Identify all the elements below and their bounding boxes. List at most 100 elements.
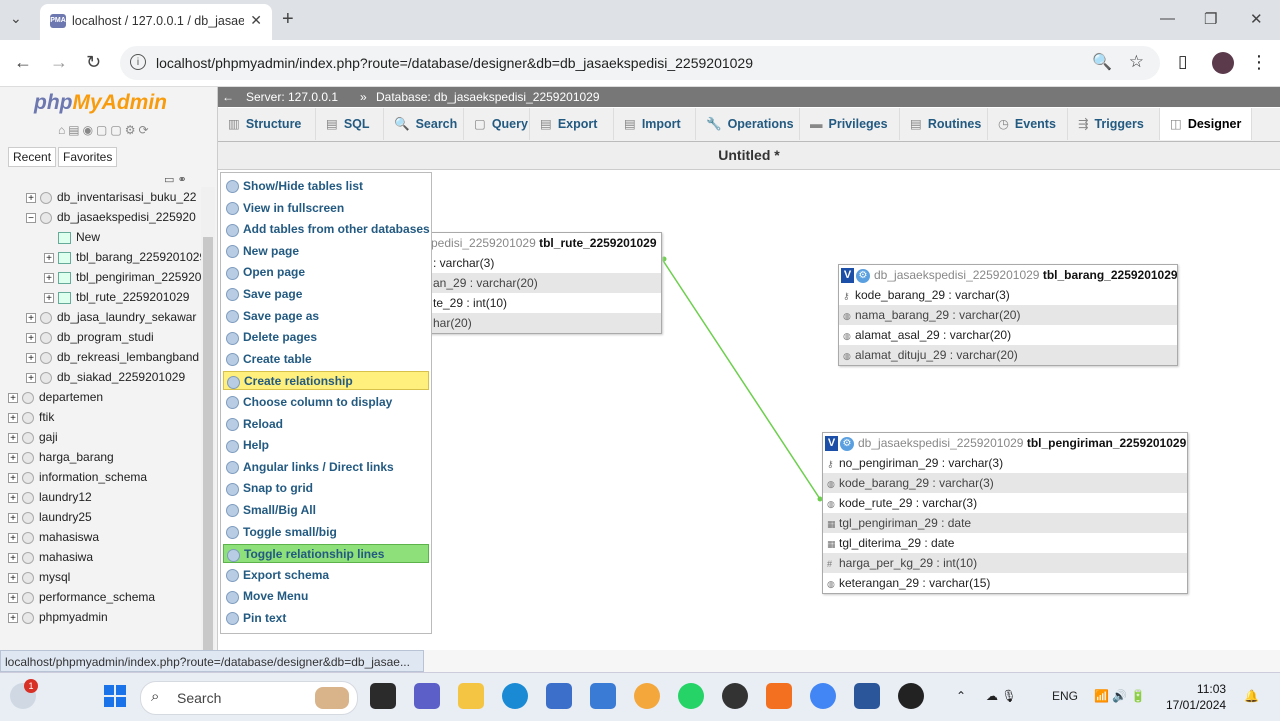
tree-item[interactable]: + departemen (0, 387, 200, 407)
bookmark-star-icon[interactable]: ☆ (1129, 52, 1144, 72)
menu-item-toggle-relationship-lines[interactable]: Toggle relationship lines (223, 544, 429, 564)
start-icon[interactable] (104, 685, 126, 707)
tree-item-label[interactable]: mahasiwa (39, 550, 93, 564)
edge-icon[interactable] (502, 683, 528, 709)
tree-item-label[interactable]: db_jasa_laundry_sekawar (57, 310, 196, 324)
expand-icon[interactable]: + (44, 292, 54, 303)
tab-privileges[interactable]: ▬ Privileges (800, 108, 900, 140)
tab-search-icon[interactable]: ⌄ (10, 10, 22, 27)
table-options-icon[interactable]: ⚙ (840, 436, 854, 451)
tree-item-label[interactable]: performance_schema (39, 590, 155, 604)
toggle-view-icon[interactable]: V (825, 436, 838, 452)
teams-icon[interactable] (414, 683, 440, 709)
tree-item[interactable]: + tbl_pengiriman_225920 (0, 267, 201, 287)
tab-events[interactable]: ◷ Events (988, 108, 1068, 140)
tree-item-label[interactable]: tbl_barang_2259201029 (76, 250, 206, 264)
tree-item[interactable]: + db_jasa_laundry_sekawar (0, 307, 200, 327)
tree-item-label[interactable]: ftik (39, 410, 54, 424)
task-view-icon[interactable] (370, 683, 396, 709)
language-indicator[interactable]: ENG (1052, 689, 1078, 703)
menu-item-add-tables-from-other-databases[interactable]: Add tables from other databases (223, 220, 430, 239)
xampp-icon[interactable] (766, 683, 792, 709)
expand-icon[interactable]: + (44, 252, 54, 263)
tree-item-label[interactable]: tbl_pengiriman_225920 (76, 270, 201, 284)
myhp-icon[interactable] (590, 683, 616, 709)
profile-avatar[interactable] (1212, 52, 1234, 74)
nav-tab-favorites[interactable]: Favorites (58, 147, 118, 167)
expand-icon[interactable]: + (44, 272, 54, 283)
expand-icon[interactable]: + (26, 192, 36, 203)
tab-query[interactable]: ▢ Query (464, 108, 530, 140)
back-icon[interactable]: ← (14, 52, 32, 73)
browser-menu-icon[interactable]: ⋮ (1250, 52, 1268, 73)
forward-icon[interactable]: → (50, 52, 68, 73)
phpmyadmin-logo[interactable]: phpMyAdmin (34, 91, 167, 115)
collapse-icon[interactable]: − (26, 212, 36, 223)
tab-import[interactable]: ▤ Import (614, 108, 696, 140)
table-column-row[interactable]: ◍ kode_rute_29 : varchar(3) (823, 493, 1187, 513)
tree-item-label[interactable]: departemen (39, 390, 103, 404)
file-explorer-icon[interactable] (458, 683, 484, 709)
tree-item[interactable]: + ftik (0, 407, 200, 427)
menu-item-snap-to-grid[interactable]: Snap to grid (223, 479, 429, 498)
expand-icon[interactable]: + (26, 352, 36, 363)
collapse-nav-icon[interactable]: ← (222, 90, 234, 104)
tree-item-label[interactable]: db_rekreasi_lembangband (57, 350, 199, 364)
tree-item-label[interactable]: New (76, 230, 100, 244)
tree-item[interactable]: + information_schema (0, 467, 200, 487)
menu-item-view-in-fullscreen[interactable]: View in fullscreen (223, 199, 429, 218)
menu-item-small-big-all[interactable]: Small/Big All (223, 501, 429, 520)
tree-item[interactable]: + db_inventarisasi_buku_22 (0, 187, 200, 207)
tree-item-label[interactable]: db_inventarisasi_buku_22 (57, 190, 196, 204)
tree-item[interactable]: New (0, 227, 200, 247)
table-column-row[interactable]: ◍ keterangan_29 : varchar(15) (823, 573, 1187, 593)
tab-operations[interactable]: 🔧 Operations (696, 108, 800, 140)
expand-icon[interactable]: + (8, 412, 18, 423)
whatsapp-icon[interactable] (678, 683, 704, 709)
address-bar[interactable]: i localhost/phpmyadmin/index.php?route=/… (120, 46, 1160, 80)
toggle-view-icon[interactable]: V (841, 268, 854, 284)
tree-item-label[interactable]: laundry25 (39, 510, 92, 524)
menu-item-save-page[interactable]: Save page (223, 285, 429, 304)
site-info-icon[interactable]: i (130, 54, 146, 70)
tab-structure[interactable]: ▥ Structure (218, 108, 316, 140)
tree-item[interactable]: + tbl_barang_2259201029 (0, 247, 206, 267)
table-options-icon[interactable]: ⚙ (856, 268, 870, 283)
side-panel-icon[interactable]: ▯ (1178, 52, 1187, 72)
tab-designer[interactable]: ◫ Designer (1160, 108, 1252, 140)
restore-icon[interactable]: ❐ (1204, 10, 1217, 28)
tree-item-label[interactable]: mysql (39, 570, 70, 584)
new-tab-icon[interactable]: + (282, 8, 294, 31)
tree-item[interactable]: + laundry25 (0, 507, 200, 527)
tab-export[interactable]: ▤ Export (530, 108, 614, 140)
tree-item[interactable]: + tbl_rute_2259201029 (0, 287, 200, 307)
expand-icon[interactable]: + (8, 532, 18, 543)
minimize-icon[interactable]: — (1160, 10, 1175, 27)
tree-item-label[interactable]: gaji (39, 430, 58, 444)
tree-item[interactable]: + performance_schema (0, 587, 200, 607)
tree-item-label[interactable]: db_siakad_2259201029 (57, 370, 185, 384)
menu-item-create-relationship[interactable]: Create relationship (223, 371, 429, 391)
tray-icons[interactable]: ☁ 🎙 (986, 689, 1017, 703)
expand-icon[interactable]: + (8, 572, 18, 583)
tree-item[interactable]: + harga_barang (0, 447, 200, 467)
tree-item[interactable]: − db_jasaekspedisi_225920 (0, 207, 200, 227)
table-column-row[interactable]: ◍ alamat_dituju_29 : varchar(20) (839, 345, 1177, 365)
menu-item-export-schema[interactable]: Export schema (223, 566, 429, 585)
tab-routines[interactable]: ▤ Routines (900, 108, 988, 140)
table-box-rute[interactable]: pedisi_2259201029 tbl_rute_2259201029 : … (428, 232, 662, 334)
table-column-row[interactable]: te_29 : int(10) (429, 293, 661, 313)
tree-item-label[interactable]: db_jasaekspedisi_225920 (57, 210, 196, 224)
tree-item-label[interactable]: harga_barang (39, 450, 114, 464)
reload-icon[interactable]: ↻ (86, 52, 101, 73)
menu-item-create-table[interactable]: Create table (223, 350, 429, 369)
nav-tab-recent[interactable]: Recent (8, 147, 57, 167)
table-column-row[interactable]: : varchar(3) (429, 253, 661, 273)
tree-item[interactable]: + mysql (0, 567, 200, 587)
table-column-row[interactable]: ▦ tgl_diterima_29 : date (823, 533, 1187, 553)
tree-item-label[interactable]: db_program_studi (57, 330, 154, 344)
table-box-barang[interactable]: V ⚙ db_jasaekspedisi_2259201029 tbl_barang… (838, 264, 1178, 366)
menu-item-delete-pages[interactable]: Delete pages (223, 328, 429, 347)
breadcrumb-database[interactable]: Database: db_jasaekspedisi_2259201029 (376, 90, 600, 104)
table-column-row[interactable]: ⚷ kode_barang_29 : varchar(3) (839, 285, 1177, 305)
